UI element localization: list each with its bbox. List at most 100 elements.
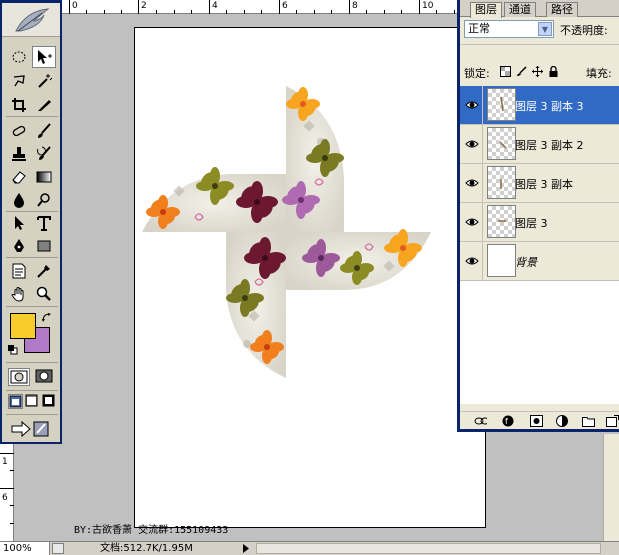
tab-layers[interactable]: 图层 [470,2,502,18]
layer-row[interactable]: 图层 3 [460,203,619,242]
layer-style-fx-icon[interactable]: f [502,415,515,427]
clone-stamp-tool-button[interactable] [7,143,31,165]
lock-pixels-brush-icon[interactable] [516,66,527,77]
zoom-tool-button[interactable] [32,283,56,305]
visibility-eye-icon[interactable] [465,254,479,268]
path-selection-tool-button[interactable] [7,212,31,234]
foreground-color-swatch[interactable] [10,313,36,339]
screen-mode-standard[interactable] [8,394,23,409]
stamp-icon [12,147,26,161]
layer-row[interactable]: 图层 3 副本 2 [460,125,619,164]
adjustment-layer-icon[interactable] [556,415,569,427]
layer-name: 背景 [515,256,537,269]
layer-thumbnail [487,88,516,121]
path-arrow-icon [15,216,24,230]
tab-paths[interactable]: 路径 [546,2,578,17]
blur-tool-button[interactable] [7,189,31,211]
toolbox-header[interactable] [2,3,60,37]
crop-icon [12,98,26,112]
zoom-level-input[interactable]: 100% [0,542,50,555]
swap-colors-icon[interactable] [42,313,52,323]
imageready-jump-icon [11,420,49,438]
layer-thumbnail [487,244,516,277]
eraser-tool-button[interactable] [7,166,31,188]
lasso-tool-button[interactable] [7,70,31,92]
move-tool-button[interactable] [32,46,56,68]
lock-position-move-icon[interactable] [532,66,543,77]
eraser-icon [12,171,26,184]
link-layers-icon[interactable] [474,415,487,427]
gradient-tool-button[interactable] [32,166,56,188]
marquee-tool-button[interactable] [7,46,31,68]
svg-text:f: f [505,417,508,426]
lock-row: 锁定: 填充: 1 [464,61,619,81]
lock-all-padlock-icon[interactable] [548,66,559,77]
ruler-mark-8: 8 [352,1,358,11]
quick-mask-icon [35,369,53,383]
quick-mask-button[interactable] [34,368,56,386]
canvas-watermark: BY:古欲香萧 交流群:155109433 [74,525,229,536]
history-brush-tool-button[interactable] [32,143,56,165]
document-info: 文档:512.7K/1.95M [100,543,193,554]
layer-row[interactable]: 图层 3 副本 3 [460,86,619,125]
ruler-mark-0: 0 [72,1,78,11]
layer-mask-icon[interactable] [530,415,543,427]
jump-to-imageready-button[interactable] [10,418,54,440]
screen-mode-full[interactable] [42,394,57,409]
layer-thumb-mark [500,96,504,112]
vertical-scrollbar[interactable] [603,434,619,541]
opacity-label: 不透明度: [560,24,608,37]
visibility-eye-icon[interactable] [465,137,479,151]
status-bar: 100% 文档:512.7K/1.95M [0,541,619,555]
hand-tool-button[interactable] [7,283,31,305]
toolbox [0,0,62,444]
gradient-icon [36,171,52,183]
status-menu-arrow-icon[interactable] [240,543,251,554]
standard-mode-button[interactable] [8,368,30,386]
dodge-tool-button[interactable] [32,189,56,211]
move-arrow-icon [38,50,52,64]
magic-wand-tool-button[interactable] [32,70,56,92]
pinwheel-artwork [142,86,431,378]
layer-thumbnail [487,127,516,160]
layer-thumb-mark [499,141,507,149]
eyedropper-tool-button[interactable] [32,260,56,282]
lock-transparency-icon[interactable] [500,66,511,77]
new-layer-set-folder-icon[interactable] [582,415,595,427]
water-drop-icon [14,193,24,208]
brush-tool-button[interactable] [32,120,56,142]
visibility-eye-icon[interactable] [465,176,479,190]
note-icon [12,263,26,279]
rectangle-tool-button[interactable] [32,235,56,257]
new-layer-icon[interactable] [606,415,619,427]
notes-tool-button[interactable] [7,260,31,282]
pen-tool-button[interactable] [7,235,31,257]
status-preview-icon[interactable] [52,543,64,554]
crop-tool-button[interactable] [7,94,31,116]
window-icon [9,395,22,408]
healing-brush-tool-button[interactable] [7,120,31,142]
standard-mode-icon [10,370,28,384]
layer-name: 图层 3 副本 3 [515,100,584,113]
tab-channels[interactable]: 通道 [504,2,536,17]
lock-label: 锁定: [464,67,490,80]
chevron-down-icon: ▼ [538,22,552,36]
type-icon [37,216,51,231]
slice-knife-icon [38,100,51,111]
layer-name: 图层 3 副本 2 [515,139,584,152]
feather-logo-icon [15,8,50,32]
blend-mode-select[interactable]: 正常 ▼ [464,20,554,38]
slice-tool-button[interactable] [32,94,56,116]
blend-row: 正常 ▼ 不透明度: 1 [464,20,619,40]
screen-mode-full-menu[interactable] [25,394,40,409]
rectangle-shape-icon [37,240,51,252]
layer-row[interactable]: 背景 [460,242,619,281]
visibility-eye-icon[interactable] [465,215,479,229]
visibility-eye-icon[interactable] [465,98,479,112]
layer-name: 图层 3 [515,217,548,230]
type-tool-button[interactable] [32,212,56,234]
layer-row[interactable]: 图层 3 副本 [460,164,619,203]
layers-panel: 图层 通道 路径 正常 ▼ 不透明度: 1 锁定: 填充: 1 图层 3 副本 … [457,0,619,432]
horizontal-scrollbar[interactable] [256,543,601,554]
default-colors-icon[interactable] [8,345,18,355]
